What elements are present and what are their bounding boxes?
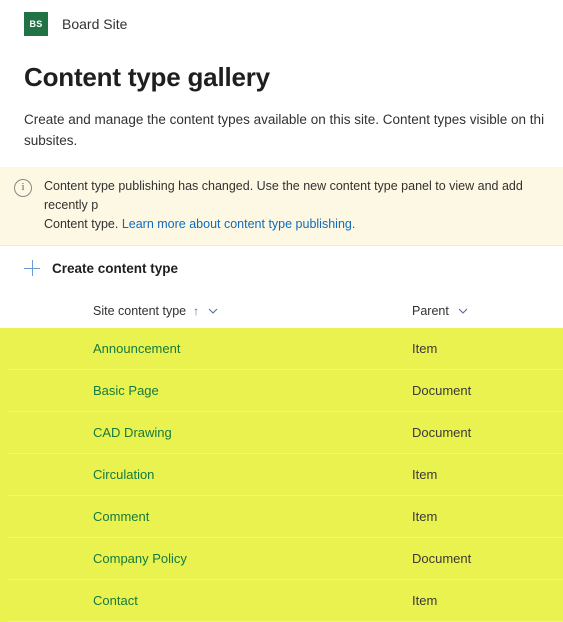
content-type-link[interactable]: Company Policy: [93, 551, 412, 566]
table-row[interactable]: Comment Item: [8, 496, 563, 538]
command-bar: Create content type: [0, 246, 563, 290]
content-type-link[interactable]: Comment: [93, 509, 412, 524]
site-name[interactable]: Board Site: [62, 16, 127, 32]
sort-ascending-icon: ↑: [193, 304, 200, 318]
table-row[interactable]: CAD Drawing Document: [8, 412, 563, 454]
parent-value: Item: [412, 467, 438, 482]
column-header-site-content-type[interactable]: Site content type ↑: [93, 304, 412, 318]
parent-value: Document: [412, 551, 472, 566]
content-type-link[interactable]: Contact: [93, 593, 412, 608]
parent-value: Document: [412, 425, 472, 440]
parent-value: Document: [412, 383, 472, 398]
content-type-table: Site content type ↑ Parent Announcement …: [0, 294, 563, 622]
parent-value: Item: [412, 341, 438, 356]
chevron-down-icon[interactable]: [458, 306, 468, 316]
site-logo: BS: [24, 12, 48, 36]
parent-value: Item: [412, 509, 438, 524]
info-circle-icon: i: [14, 179, 32, 197]
page-title: Content type gallery: [24, 62, 270, 92]
page-description: Create and manage the content types avai…: [24, 112, 545, 148]
site-header: BS Board Site: [0, 0, 563, 48]
parent-value: Item: [412, 593, 438, 608]
table-body: Announcement Item Basic Page Document CA…: [0, 328, 563, 622]
info-banner-text: Content type publishing has changed. Use…: [44, 177, 551, 234]
content-type-link[interactable]: Basic Page: [93, 383, 412, 398]
create-content-type-label: Create content type: [52, 260, 179, 276]
table-row[interactable]: Basic Page Document: [8, 370, 563, 412]
content-type-link[interactable]: Circulation: [93, 467, 412, 482]
table-row[interactable]: Circulation Item: [8, 454, 563, 496]
content-type-link[interactable]: CAD Drawing: [93, 425, 412, 440]
table-row[interactable]: Company Policy Document: [8, 538, 563, 580]
table-row[interactable]: Announcement Item: [8, 328, 563, 370]
column-header-site-content-type-label: Site content type: [93, 304, 187, 318]
table-row[interactable]: Contact Item: [8, 580, 563, 622]
table-header-row: Site content type ↑ Parent: [0, 294, 563, 328]
content-type-link[interactable]: Announcement: [93, 341, 412, 356]
learn-more-link[interactable]: Learn more about content type publishing…: [122, 217, 356, 231]
column-header-parent-label: Parent: [412, 304, 449, 318]
column-header-parent[interactable]: Parent: [412, 304, 468, 318]
info-banner: i Content type publishing has changed. U…: [0, 167, 563, 245]
chevron-down-icon[interactable]: [208, 306, 218, 316]
plus-icon: [24, 260, 40, 276]
create-content-type-button[interactable]: Create content type: [24, 260, 178, 276]
